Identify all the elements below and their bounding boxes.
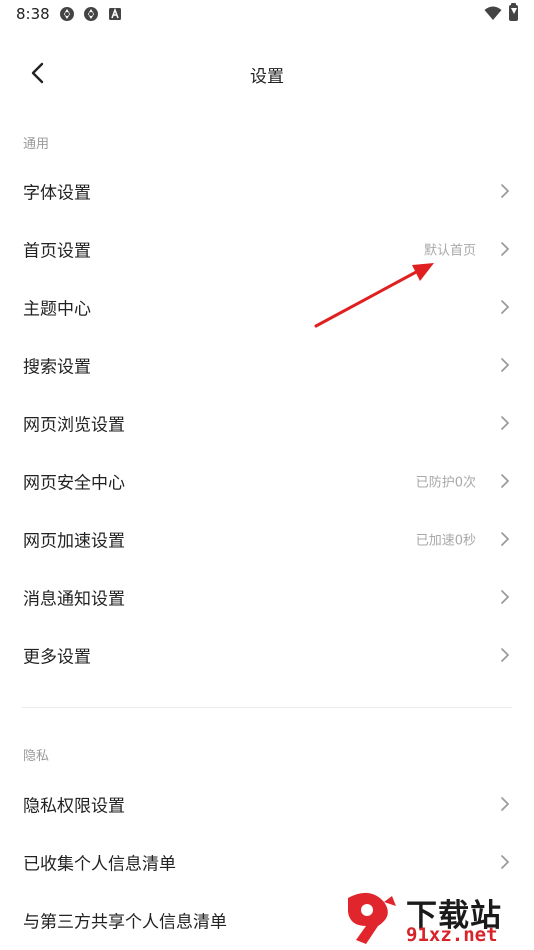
settings-row-security-center[interactable]: 网页安全中心 已防护0次 [0, 452, 534, 510]
row-value: 已加速0秒 [415, 533, 476, 549]
font-a-icon [109, 8, 121, 20]
row-value: 默认首页 [423, 243, 476, 259]
row-label: 消息通知设置 [23, 589, 125, 610]
row-label: 与第三方共享个人信息清单 [23, 912, 227, 933]
settings-row-theme-center[interactable]: 主题中心 [0, 278, 534, 336]
row-label: 搜索设置 [23, 357, 91, 378]
settings-row-homepage[interactable]: 首页设置 默认首页 [0, 220, 534, 278]
settings-row-more[interactable]: 更多设置 [0, 626, 534, 684]
settings-row-search[interactable]: 搜索设置 [0, 336, 534, 394]
chevron-right-icon [501, 797, 510, 811]
section-label-general: 通用 [23, 137, 50, 152]
section-divider [22, 707, 512, 708]
settings-row-notifications[interactable]: 消息通知设置 [0, 568, 534, 626]
site-logo-icon [348, 892, 396, 944]
row-label: 隐私权限设置 [23, 796, 125, 817]
wifi-icon [484, 6, 502, 20]
watermark-url: 91xz.net [406, 924, 498, 946]
page-title: 设置 [250, 67, 284, 87]
settings-row-privacy-permissions[interactable]: 隐私权限设置 [0, 775, 534, 833]
sync-icon [84, 7, 98, 21]
settings-row-browsing[interactable]: 网页浏览设置 [0, 394, 534, 452]
chevron-right-icon [501, 590, 510, 604]
row-value: 已防护0次 [415, 475, 476, 491]
chevron-right-icon [501, 474, 510, 488]
row-label: 网页安全中心 [23, 473, 125, 494]
status-bar: 8:38 [0, 0, 534, 28]
battery-charging-icon [509, 3, 518, 21]
row-label: 网页浏览设置 [23, 415, 125, 436]
row-label: 已收集个人信息清单 [23, 854, 176, 875]
sync-icon [60, 7, 74, 21]
settings-row-collected-info[interactable]: 已收集个人信息清单 [0, 833, 534, 891]
chevron-right-icon [501, 416, 510, 430]
settings-row-font[interactable]: 字体设置 [0, 162, 534, 220]
chevron-right-icon [501, 358, 510, 372]
row-label: 字体设置 [23, 183, 91, 204]
chevron-right-icon [501, 184, 510, 198]
status-time: 8:38 [16, 5, 50, 23]
watermark: 下载站 91xz.net [340, 890, 530, 948]
row-label: 主题中心 [23, 299, 91, 320]
chevron-right-icon [501, 300, 510, 314]
chevron-right-icon [501, 532, 510, 546]
top-app-bar: 设置 [0, 44, 534, 102]
row-label: 网页加速设置 [23, 531, 125, 552]
settings-row-acceleration[interactable]: 网页加速设置 已加速0秒 [0, 510, 534, 568]
row-label: 更多设置 [23, 647, 91, 668]
chevron-right-icon [501, 242, 510, 256]
section-label-privacy: 隐私 [23, 749, 50, 764]
chevron-right-icon [501, 855, 510, 869]
chevron-right-icon [501, 648, 510, 662]
row-label: 首页设置 [23, 241, 91, 262]
